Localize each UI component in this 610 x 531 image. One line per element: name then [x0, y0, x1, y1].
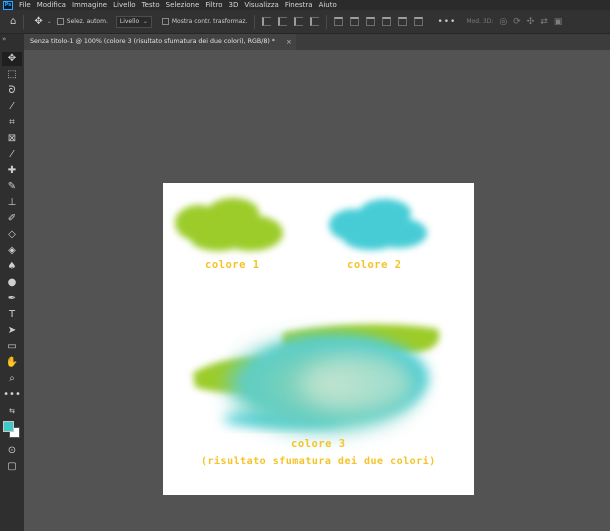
distribute-top-icon[interactable]: [334, 17, 344, 26]
menu-selezione[interactable]: Selezione: [166, 1, 200, 9]
collapse-toolbar-button[interactable]: »: [2, 35, 6, 43]
document-tab-bar: Senza titolo-1 @ 100% (colore 3 (risulta…: [24, 34, 610, 50]
roll-3d-icon[interactable]: ⟳: [513, 17, 521, 27]
blur-tool-icon[interactable]: ♠: [2, 260, 22, 274]
path-select-tool-icon[interactable]: ➤: [2, 324, 22, 338]
close-icon[interactable]: ×: [286, 34, 292, 50]
screen-mode-icon[interactable]: ▢: [2, 460, 22, 474]
foreground-color-swatch[interactable]: [3, 421, 14, 432]
layer-dropdown-value: Livello: [119, 18, 140, 25]
history-brush-tool-icon[interactable]: ✐: [2, 212, 22, 226]
eraser-tool-icon[interactable]: ◇: [2, 228, 22, 242]
frame-tool-icon[interactable]: ⊠: [2, 132, 22, 146]
align-center-icon[interactable]: [278, 17, 288, 26]
align-top-icon[interactable]: [310, 17, 320, 26]
menu-bar: Ps File Modifica Immagine Livello Testo …: [0, 0, 610, 10]
lasso-tool-icon[interactable]: ᘐ: [2, 84, 22, 98]
distribute-middle-icon[interactable]: [350, 17, 360, 26]
pan-3d-icon[interactable]: ✣: [527, 17, 535, 27]
home-icon[interactable]: ⌂: [10, 16, 16, 27]
blended-paint-stroke: [193, 324, 440, 431]
layer-dropdown[interactable]: Livello ⌄: [115, 15, 152, 28]
distribute-left-icon[interactable]: [382, 17, 392, 26]
photoshop-logo: Ps: [3, 0, 13, 10]
color-swatches: [2, 418, 22, 440]
document-canvas[interactable]: colore 1 colore 2 colore 3 (risultato sf…: [163, 183, 474, 495]
menu-file[interactable]: File: [19, 1, 31, 9]
chevron-down-icon[interactable]: ⌄: [47, 18, 52, 25]
distribute-center-icon[interactable]: [398, 17, 408, 26]
menu-immagine[interactable]: Immagine: [72, 1, 107, 9]
3d-mode-label: Mod. 3D:: [466, 18, 494, 25]
dodge-tool-icon[interactable]: ●: [2, 276, 22, 290]
move-tool-icon[interactable]: ✥: [2, 52, 22, 66]
menu-testo[interactable]: Testo: [142, 1, 160, 9]
pen-tool-icon[interactable]: ✒: [2, 292, 22, 306]
healing-brush-tool-icon[interactable]: ✚: [2, 164, 22, 178]
move-tool-icon[interactable]: ✥: [34, 16, 42, 27]
menu-livello[interactable]: Livello: [113, 1, 135, 9]
divider: [23, 14, 25, 29]
label-colore-3: colore 3: [291, 438, 346, 450]
divider: [254, 14, 256, 29]
green-paint-stroke: [175, 198, 283, 251]
hand-tool-icon[interactable]: ✋: [2, 356, 22, 370]
zoom-tool-icon[interactable]: ⌕: [2, 372, 22, 386]
paint-bucket-tool-icon[interactable]: ◈: [2, 244, 22, 258]
quick-select-tool-icon[interactable]: ⁄: [2, 100, 22, 114]
distribute-right-icon[interactable]: [414, 17, 424, 26]
more-options-button[interactable]: •••: [437, 17, 456, 27]
options-bar: ⌂ ✥ ⌄ Selez. autom. Livello ⌄ Mostra con…: [0, 10, 610, 34]
slide-3d-icon[interactable]: ⇄: [540, 17, 548, 27]
rectangle-tool-icon[interactable]: ▭: [2, 340, 22, 354]
menu-aiuto[interactable]: Aiuto: [319, 1, 337, 9]
swap-colors-icon[interactable]: ⇆: [2, 404, 22, 418]
eyedropper-tool-icon[interactable]: ⁄: [2, 148, 22, 162]
chevron-down-icon: ⌄: [142, 17, 148, 25]
type-tool-icon[interactable]: T: [2, 308, 22, 322]
divider: [326, 14, 328, 29]
cyan-paint-stroke: [329, 199, 427, 250]
menu-filtro[interactable]: Filtro: [205, 1, 222, 9]
align-left-icon[interactable]: [262, 17, 272, 26]
show-transform-checkbox[interactable]: [161, 18, 169, 25]
document-tab-title: Senza titolo-1 @ 100% (colore 3 (risulta…: [30, 38, 275, 45]
auto-select-label: Selez. autom.: [66, 18, 108, 25]
scale-3d-icon[interactable]: ▣: [554, 17, 563, 27]
label-colore-1: colore 1: [205, 259, 260, 271]
clone-stamp-tool-icon[interactable]: ⊥: [2, 196, 22, 210]
menu-3d[interactable]: 3D: [228, 1, 238, 9]
auto-select-checkbox[interactable]: [56, 18, 64, 25]
align-right-icon[interactable]: [294, 17, 304, 26]
menu-modifica[interactable]: Modifica: [37, 1, 66, 9]
marquee-tool-icon[interactable]: ⬚: [2, 68, 22, 82]
brush-tool-icon[interactable]: ✎: [2, 180, 22, 194]
label-colore-2: colore 2: [347, 259, 402, 271]
quick-mask-icon[interactable]: ⊙: [2, 444, 22, 458]
crop-tool-icon[interactable]: ⌗: [2, 116, 22, 130]
menu-visualizza[interactable]: Visualizza: [244, 1, 278, 9]
document-tab[interactable]: Senza titolo-1 @ 100% (colore 3 (risulta…: [24, 34, 296, 50]
orbit-3d-icon[interactable]: ◎: [499, 17, 507, 27]
distribute-bottom-icon[interactable]: [366, 17, 376, 26]
edit-toolbar-button[interactable]: •••: [2, 388, 22, 402]
menu-finestra[interactable]: Finestra: [285, 1, 313, 9]
label-colore-3-description: (risultato sfumatura dei due colori): [201, 456, 436, 467]
show-transform-label: Mostra contr. trasformaz.: [171, 18, 248, 25]
